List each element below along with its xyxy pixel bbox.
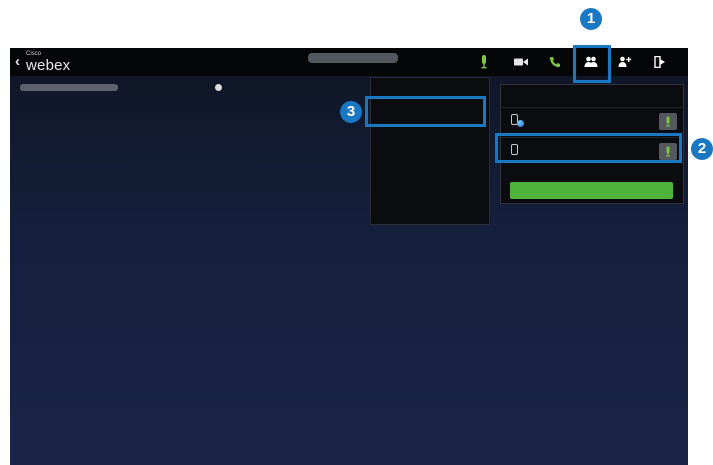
add-participant-icon[interactable] bbox=[616, 48, 634, 76]
meeting-info-text-blurred bbox=[20, 84, 118, 91]
chat-button[interactable] bbox=[510, 182, 673, 199]
menu-item-4[interactable] bbox=[377, 152, 477, 176]
phone-icon[interactable] bbox=[547, 48, 563, 76]
callout-highlight-participants bbox=[573, 45, 611, 83]
microphone-icon[interactable] bbox=[476, 48, 492, 76]
leave-meeting-icon[interactable] bbox=[652, 48, 668, 76]
meeting-info-bar bbox=[10, 76, 228, 98]
info-indicator-dot bbox=[215, 84, 222, 91]
logo-webex-text: webex bbox=[26, 57, 71, 74]
menu-item-5[interactable] bbox=[377, 176, 477, 200]
web-globe-icon bbox=[517, 120, 524, 127]
back-chevron-icon[interactable]: ‹ bbox=[15, 54, 20, 69]
menu-item-6[interactable] bbox=[377, 200, 477, 224]
video-camera-icon[interactable] bbox=[512, 48, 530, 76]
callout-badge-2: 2 bbox=[691, 138, 713, 160]
callout-badge-3: 3 bbox=[340, 101, 362, 123]
participant-mic-icon[interactable] bbox=[659, 113, 677, 130]
callout-badge-1: 1 bbox=[580, 8, 602, 30]
participant-row-1[interactable] bbox=[501, 107, 683, 134]
menu-item-3[interactable] bbox=[377, 128, 477, 152]
meeting-title-blurred bbox=[308, 53, 398, 63]
callout-highlight-participant-row bbox=[495, 133, 682, 163]
callout-highlight-menu-item bbox=[365, 96, 486, 127]
